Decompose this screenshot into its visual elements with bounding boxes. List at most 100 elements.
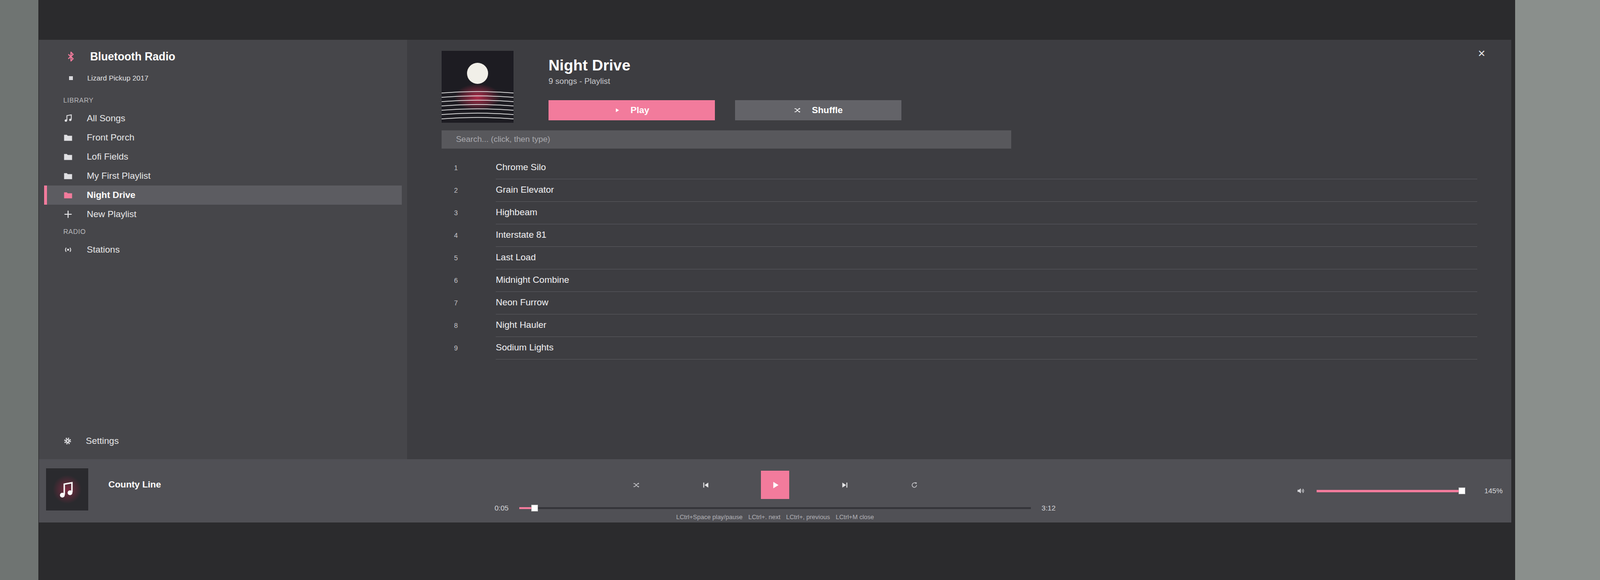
- repeat-toggle[interactable]: [899, 470, 929, 500]
- playlist-cover: [441, 50, 514, 123]
- sidebar-item[interactable]: Stations: [44, 240, 402, 260]
- gear-icon: [63, 436, 72, 446]
- now-playing-title: County Line: [108, 468, 162, 514]
- track-number: 5: [441, 246, 496, 270]
- track-row[interactable]: 3Highbeam: [441, 201, 1478, 225]
- shortcut-hint: LCtrl+, previous: [786, 513, 830, 522]
- radio-waves-icon: [63, 245, 73, 255]
- radio-list: Stations: [38, 240, 408, 260]
- radio-waves-icon: [63, 245, 73, 255]
- track-title: Midnight Combine: [495, 269, 1478, 292]
- track-row[interactable]: 5Last Load: [441, 246, 1478, 270]
- next-icon: [840, 480, 850, 490]
- music-note-icon: [46, 468, 89, 511]
- player-bar: County Line0:053:12LCtrl+Space play/paus…: [38, 459, 1512, 523]
- sidebar-item[interactable]: All Songs: [44, 108, 402, 129]
- sidebar-item-label: Night Drive: [86, 188, 136, 203]
- plus-icon: [63, 209, 73, 220]
- track-list: 1Chrome Silo2Grain Elevator3Highbeam4Int…: [441, 156, 1478, 360]
- track-number: 3: [441, 201, 496, 225]
- shortcut-hints: LCtrl+Space play/pauseLCtrl+. nextLCtrl+…: [494, 513, 1056, 522]
- playlist-title: Night Drive: [548, 55, 902, 75]
- sidebar-item-label: Stations: [86, 243, 120, 257]
- radio-label: RADIO: [38, 227, 408, 236]
- folder-icon: [63, 151, 73, 162]
- music-note-icon: [63, 113, 73, 124]
- playlist-meta: 9 songs - Playlist: [548, 76, 902, 87]
- radio-window: Bluetooth RadioLizard Pickup 2017LIBRARY…: [38, 39, 1512, 523]
- track-row[interactable]: 9Sodium Lights: [441, 337, 1478, 360]
- sidebar-item[interactable]: Lofi Fields: [44, 147, 402, 167]
- track-title: Grain Elevator: [495, 179, 1478, 202]
- track-row[interactable]: 1Chrome Silo: [441, 156, 1478, 180]
- track-row[interactable]: 8Night Hauler: [441, 314, 1478, 338]
- shortcut-hint: LCtrl+M close: [835, 513, 875, 522]
- now-playing-art: [46, 468, 89, 511]
- playlist-header: Night Drive9 songs - Playlist Play Shuffle: [441, 50, 1478, 123]
- sidebar-item[interactable]: Front Porch: [44, 128, 402, 148]
- folder-icon: [63, 132, 73, 143]
- shuffle-label: Shuffle: [811, 103, 843, 118]
- speaker-icon: [1296, 486, 1306, 496]
- device-square-icon: [68, 75, 74, 82]
- sidebar-item[interactable]: My First Playlist: [44, 166, 402, 186]
- playlist-pane: × Night Drive9 songs - Playlist Play Shuffl…: [407, 39, 1512, 460]
- play-icon: [614, 107, 620, 114]
- speaker-icon[interactable]: [1296, 486, 1306, 496]
- folder-icon: [63, 171, 73, 181]
- sidebar-item[interactable]: Night Drive: [44, 185, 402, 205]
- track-number: 6: [441, 269, 496, 292]
- repeat-icon: [910, 481, 919, 490]
- sidebar-item[interactable]: New Playlist: [44, 204, 402, 224]
- now-playing: County Line: [38, 459, 495, 523]
- plus-icon: [63, 209, 73, 220]
- track-row[interactable]: 2Grain Elevator: [441, 179, 1478, 202]
- settings-item[interactable]: Settings: [44, 431, 402, 451]
- track-row[interactable]: 4Interstate 81: [441, 224, 1478, 247]
- previous-icon: [701, 480, 711, 490]
- progress-handle[interactable]: [531, 504, 538, 512]
- sidebar-item-label: Lofi Fields: [86, 150, 129, 164]
- track-row[interactable]: 7Neon Furrow: [441, 291, 1478, 315]
- track-title: Last Load: [495, 246, 1478, 270]
- search-field[interactable]: [441, 130, 1012, 149]
- track-number: 8: [441, 314, 496, 338]
- sidebar: Bluetooth RadioLizard Pickup 2017LIBRARY…: [38, 39, 408, 460]
- folder-icon: [63, 171, 73, 181]
- next-button[interactable]: [830, 470, 859, 500]
- shuffle-icon: [632, 481, 641, 490]
- repeat-icon: [910, 481, 919, 490]
- close-button[interactable]: ×: [1474, 46, 1489, 60]
- radio-body: Bluetooth RadioLizard Pickup 2017LIBRARY…: [38, 39, 1512, 460]
- track-number: 7: [441, 291, 496, 315]
- folder-icon: [63, 132, 73, 143]
- progress-track[interactable]: [519, 507, 1032, 510]
- shuffle-toggle[interactable]: [621, 470, 651, 500]
- track-row[interactable]: 6Midnight Combine: [441, 269, 1478, 292]
- play-icon: [770, 480, 781, 491]
- track-number: 1: [441, 156, 496, 180]
- bluetooth-icon: [65, 51, 77, 62]
- volume-handle[interactable]: [1458, 487, 1466, 495]
- library-list: All SongsFront Porch Lofi Fields My First …: [38, 108, 408, 224]
- volume-reading: 145%: [1484, 485, 1503, 497]
- volume-track[interactable]: [1316, 490, 1466, 493]
- duration-time: 3:12: [1041, 503, 1056, 514]
- transport: 0:053:12LCtrl+Space play/pauseLCtrl+. ne…: [494, 459, 1056, 523]
- play-icon: [770, 480, 781, 491]
- shuffle-button[interactable]: Shuffle: [735, 100, 902, 121]
- play-label: Play: [630, 103, 650, 118]
- play-button[interactable]: Play: [548, 100, 715, 121]
- play-pause-button[interactable]: [760, 470, 790, 500]
- track-number: 2: [441, 179, 496, 202]
- library-label: LIBRARY: [38, 96, 408, 105]
- sidebar-item-label: Front Porch: [86, 130, 135, 145]
- track-number: 4: [441, 224, 496, 247]
- next-icon: [840, 480, 850, 490]
- previous-button[interactable]: [691, 470, 720, 500]
- previous-icon: [701, 480, 711, 490]
- playlist-actions: Play Shuffle: [548, 100, 902, 121]
- volume-control: 145%: [1055, 459, 1512, 523]
- folder-icon: [63, 190, 73, 200]
- shortcut-hint: LCtrl+Space play/pause: [676, 513, 743, 522]
